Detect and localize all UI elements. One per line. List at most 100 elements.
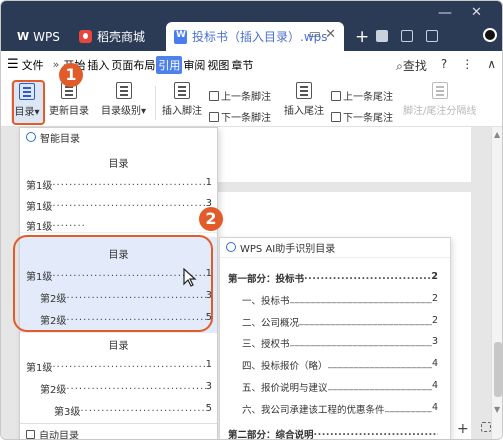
ai-toc-line-page: 4 (431, 380, 438, 391)
toc-line-page: 1 (205, 177, 212, 188)
toc-preview-line: 第1级 1 (26, 177, 212, 192)
ai-toc-line[interactable]: 一、投标书 2 (242, 293, 438, 307)
ai-toc-line-label: 三、授权书 (242, 339, 290, 350)
wps-logo-icon: W (17, 30, 30, 43)
auto-toc-label: 自动目录 (39, 430, 79, 440)
minimize-button[interactable]: — (438, 5, 452, 21)
ai-toc-line-label: 第二部分：综合说明 (228, 430, 314, 440)
tab-document-label: 投标书（插入目录）.wps (192, 30, 328, 44)
tab-actions: ▭ ✕ (309, 27, 336, 42)
ai-toc-line-label: 一、投标书 (242, 296, 290, 307)
menu-chapter[interactable]: 章节 (230, 57, 254, 73)
add-icon[interactable]: + (457, 421, 469, 437)
insert-footnote-button[interactable]: 插入脚注 (162, 82, 202, 117)
vertical-scrollbar[interactable]: ▲ ▼ (491, 127, 502, 439)
avatar[interactable] (483, 28, 497, 42)
dot-leader (328, 380, 432, 393)
endnote-icon (296, 82, 312, 99)
next-endnote-label: 下一条尾注 (343, 113, 393, 124)
note-separator-button[interactable]: 脚注/尾注分隔线 (403, 82, 476, 117)
ai-toc-line[interactable]: 四、投标报价（略） 4 (242, 358, 438, 372)
menu-more-icon[interactable]: » (53, 58, 60, 71)
scroll-up-icon[interactable]: ▲ (494, 130, 500, 139)
ai-toc-line-label: 第一部分：投标书 (228, 274, 305, 285)
next-endnote-button[interactable]: 下一条尾注 (331, 109, 393, 124)
menu-insert[interactable]: 插入 (86, 57, 110, 73)
dot-leader (328, 358, 432, 371)
prev-footnote-button[interactable]: 上一条脚注 (209, 88, 271, 103)
prev-endnote-button[interactable]: 上一条尾注 (331, 88, 393, 103)
menu-page-layout[interactable]: 页面布局 (110, 57, 156, 73)
title-bar: W WPS 稻壳商城 投标书（插入目录）.wps ▭ ✕ + — ✕ (1, 1, 502, 51)
new-tab-button[interactable]: + (355, 27, 369, 47)
expand-icon[interactable] (481, 422, 491, 432)
ai-toc-panel[interactable]: WPS AI助手识别目录 第一部分：投标书 2 一、投标书 2 二、公司概况 2 三、授权书… (219, 237, 451, 440)
more-options-icon[interactable]: ⋮ (461, 57, 473, 74)
divider (20, 232, 217, 233)
insert-footnote-label: 插入脚注 (162, 106, 202, 117)
toc-line-label: 第1级 (26, 222, 53, 233)
annotation-highlight-toc-button (12, 80, 45, 125)
search-button[interactable]: ⌕查找 (396, 57, 427, 74)
sidebar-toggle-icon[interactable] (376, 30, 388, 42)
ai-toc-line-label: 二、公司概况 (242, 318, 300, 329)
ai-toc-line[interactable]: 三、授权书 3 (242, 336, 438, 350)
titlebar-icons (376, 30, 438, 42)
hamburger-menu-icon[interactable]: ☰ (7, 57, 19, 72)
ai-toc-line-label: 四、投标报价（略） (242, 361, 328, 372)
dot-leader (52, 218, 86, 231)
chevron-down-icon: ▾ (141, 106, 147, 117)
scroll-down-icon[interactable]: ▼ (494, 405, 500, 414)
ai-toc-line[interactable]: 五、报价说明与建议 4 (242, 380, 438, 394)
ai-toc-line[interactable]: 第一部分：投标书 2 (228, 271, 438, 285)
prev-footnote-label: 上一条脚注 (221, 92, 271, 103)
menu-references[interactable]: 引用 (156, 55, 183, 74)
tab-wps-home[interactable]: W WPS (9, 22, 69, 51)
ai-toc-line[interactable]: 二、公司概况 2 (242, 315, 438, 329)
auto-toc-header: 自动目录 (20, 425, 217, 440)
insert-endnote-button[interactable]: 插入尾注 (284, 82, 324, 117)
tab-close-icon[interactable]: ✕ (325, 27, 336, 42)
layout-icon[interactable] (426, 30, 438, 42)
toc-preview-line: 第2级 3 (40, 381, 212, 396)
tab-docer-store[interactable]: 稻壳商城 (71, 22, 161, 51)
dot-leader (290, 336, 432, 349)
smart-toc-header: 智能目录 (20, 128, 217, 146)
menu-file[interactable]: 文件 (22, 57, 44, 73)
collapse-ribbon-icon[interactable]: ∧ (487, 57, 496, 74)
update-toc-button[interactable]: 更新目录 (49, 82, 89, 117)
toc-line-label: 第3级 (54, 407, 81, 418)
tab-store-label: 稻壳商城 (97, 30, 146, 44)
dot-leader (52, 359, 205, 372)
dot-leader (385, 402, 432, 415)
menu-review[interactable]: 审阅 (182, 57, 206, 73)
ai-toc-line[interactable]: 第二部分：综合说明 (228, 427, 438, 440)
dot-leader (52, 177, 205, 190)
ai-toc-line[interactable]: 六、我公司承建该工程的优惠条件 4 (242, 402, 438, 416)
tab-wps-label: WPS (33, 29, 60, 44)
mouse-cursor-icon (183, 268, 197, 287)
smart-toc-label: 智能目录 (40, 133, 80, 145)
dot-leader (80, 403, 205, 416)
ai-toc-line-page: 3 (431, 336, 438, 347)
toc-level-icon (115, 82, 132, 99)
dot-leader (299, 315, 432, 328)
toc-line-label: 第1级 (26, 181, 53, 192)
toc-level-button[interactable]: 目录级别▾ (101, 82, 146, 117)
menu-view[interactable]: 视图 (206, 57, 230, 73)
toc-line-label: 第1级 (26, 363, 53, 374)
close-window-button[interactable]: ✕ (471, 5, 482, 20)
dot-leader (66, 381, 205, 394)
scrollbar-thumb[interactable] (494, 342, 502, 397)
next-footnote-button[interactable]: 下一条脚注 (209, 109, 271, 124)
next-footnote-label: 下一条脚注 (221, 113, 271, 124)
dot-leader (314, 427, 438, 439)
help-icon[interactable]: ? (441, 57, 447, 74)
tab-screen-icon[interactable]: ▭ (309, 27, 321, 42)
skin-icon[interactable] (401, 30, 413, 42)
menu-right-tools: ⌕查找 ? ⋮ ∧ (396, 57, 496, 74)
toc-level-label: 目录级别 (101, 106, 141, 117)
toc-preview-line: 第1级 1 (26, 359, 212, 374)
tab-document[interactable]: 投标书（插入目录）.wps ▭ ✕ (166, 22, 344, 51)
toc-preview-line: 第3级 5 (54, 403, 212, 418)
